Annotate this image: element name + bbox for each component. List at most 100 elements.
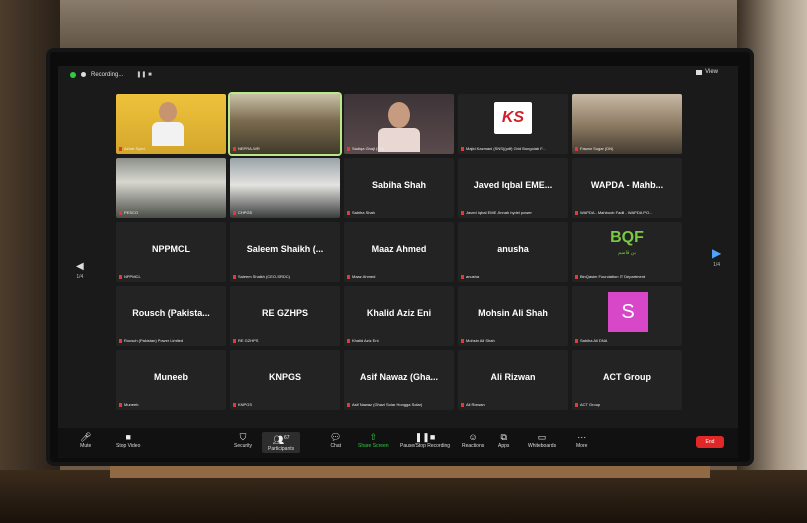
participant-video — [230, 158, 340, 218]
participant-name: Asif Nawaz (Gha... — [359, 372, 439, 382]
meeting-toolbar: 🎤︎ Mute ■ Stop Video ⛉ Security 👥︎67 Par… — [58, 428, 738, 458]
participant-name: ACT Group — [603, 372, 651, 382]
share-screen-button[interactable]: ⇧ Share Screen — [358, 432, 389, 449]
participant-name: Mohsin Ali Shah — [478, 308, 548, 318]
bqf-logo-subtext: بن قاسم — [617, 250, 637, 256]
page-indicator-right: 1/4 — [713, 262, 721, 268]
chevron-right-icon: ▶ — [712, 246, 722, 260]
reactions-button[interactable]: ☺ Reactions — [462, 432, 484, 449]
participant-tile[interactable]: Sabiha Shah Sabiha Shah — [344, 158, 454, 218]
participant-label: Mohsin Ali Shah — [461, 338, 565, 343]
mic-muted-icon — [233, 402, 236, 407]
participant-label: Ali Rizwan — [461, 402, 565, 407]
participant-tile[interactable]: PESCO — [116, 158, 226, 218]
participant-name: Khalid Aziz Eni — [366, 308, 432, 318]
security-button[interactable]: ⛉ Security — [234, 432, 252, 449]
mic-muted-icon — [119, 402, 122, 407]
participant-tile[interactable]: KNPGS KNPGS — [230, 350, 340, 410]
participant-tile[interactable]: Mohsin Ali Shah Mohsin Ali Shah — [458, 286, 568, 346]
participant-tile[interactable]: anusha anusha — [458, 222, 568, 282]
participant-tile[interactable]: Saleem Shaikh (... Saleem Shaikh (CEO-SR… — [230, 222, 340, 282]
participant-tile[interactable]: WAPDA - Mahb... WAPDA - Mahboob Fadil - … — [572, 158, 682, 218]
smiley-icon: ☺ — [468, 432, 478, 442]
recording-indicator: Recording... ❚❚ ■ — [70, 71, 152, 78]
meeting-topbar: Recording... ❚❚ ■ View — [58, 66, 738, 86]
mic-muted-icon — [461, 402, 464, 407]
mic-muted-icon — [575, 274, 578, 279]
participant-label: Sabiha Ali DNA — [575, 338, 679, 343]
participant-gallery: Azhar Syed NEPRA-WR Sadiqa Ghaji (SN) KS… — [116, 94, 682, 420]
participant-tile[interactable]: KS Majid Kazmani (SNS)(pdf) Grid Bongola… — [458, 94, 568, 154]
shield-icon: ⛉ — [239, 432, 247, 442]
page-indicator-left: 1/4 — [76, 274, 84, 280]
recording-label: Recording... — [91, 71, 124, 78]
participant-tile[interactable]: Ali Rizwan Ali Rizwan — [458, 350, 568, 410]
participant-label: Rousch (Pakistan) Power Limited — [119, 338, 223, 343]
participant-tile[interactable]: NPPMCL NPPMCL — [116, 222, 226, 282]
participants-icon: 👥︎67 — [272, 435, 290, 445]
participant-tile[interactable]: BQF بن قاسم BinQasim Foundation IT Depar… — [572, 222, 682, 282]
mic-muted-icon — [461, 338, 464, 343]
participant-label: anusha — [461, 274, 565, 279]
participant-name: RE GZHPS — [261, 308, 308, 318]
participant-tile[interactable]: NEPRA-WR — [230, 94, 340, 154]
participant-name: KNPGS — [268, 372, 301, 382]
mic-muted-icon — [233, 146, 236, 151]
participant-tile[interactable]: Azhar Syed — [116, 94, 226, 154]
participant-tile[interactable]: Muneeb Muneeb — [116, 350, 226, 410]
pause-stop-recording-button[interactable]: ❚❚■ Pause/Stop Recording — [400, 432, 450, 449]
mic-muted-icon — [461, 210, 464, 215]
chat-button[interactable]: 💬︎ Chat — [330, 432, 341, 449]
participant-name: Sabiha Shah — [371, 180, 426, 190]
participant-label: WAPDA - Mahboob Fadil - WAPDA PO... — [575, 210, 679, 215]
recording-pause-stop-controls[interactable]: ❚❚ ■ — [136, 71, 151, 78]
mic-muted-icon — [461, 146, 464, 151]
mic-muted-icon — [575, 146, 578, 151]
mute-button[interactable]: 🎤︎ Mute — [80, 432, 91, 449]
next-page-button[interactable]: ▶ 1/4 — [712, 246, 721, 268]
participant-tile[interactable]: Khalid Aziz Eni Khalid Aziz Eni — [344, 286, 454, 346]
participant-label: Muneeb — [119, 402, 223, 407]
participants-button[interactable]: 👥︎67 Participants — [262, 432, 301, 453]
chevron-left-icon: ◀ — [76, 261, 84, 272]
grid-view-icon — [696, 69, 703, 75]
participant-tile[interactable]: CHPGS — [230, 158, 340, 218]
mic-muted-icon — [575, 402, 578, 407]
view-button[interactable]: View — [696, 69, 718, 75]
participants-count: 67 — [284, 435, 290, 441]
mic-muted-icon — [233, 210, 236, 215]
participant-tile[interactable]: Fawan Sugar (DN) — [572, 94, 682, 154]
more-button[interactable]: ··· More — [576, 432, 587, 449]
mic-muted-icon — [347, 210, 350, 215]
whiteboards-button[interactable]: ▭ Whiteboards — [528, 432, 556, 449]
participant-tile[interactable]: S Sabiha Ali DNA — [572, 286, 682, 346]
participant-tile[interactable]: Maaz Ahmed Maaz Ahmed — [344, 222, 454, 282]
previous-page-button[interactable]: ◀ 1/4 — [76, 261, 84, 280]
participant-name: Muneeb — [153, 372, 188, 382]
share-screen-icon: ⇧ — [369, 432, 378, 442]
participant-label: CHPGS — [233, 210, 337, 215]
participant-tile[interactable]: Javed Iqbal EME... Javed Iqbal EME Jinna… — [458, 158, 568, 218]
participant-name: Javed Iqbal EME... — [473, 180, 553, 190]
apps-icon: ⧉ — [500, 432, 507, 442]
participant-name: Rousch (Pakista... — [132, 308, 210, 318]
participant-name: Saleem Shaikh (... — [246, 244, 324, 254]
mic-muted-icon — [233, 338, 236, 343]
participant-tile[interactable]: RE GZHPS RE GZHPS — [230, 286, 340, 346]
participant-label: Asif Nawaz (Ghazi Solar Hongga Solar) — [347, 402, 451, 407]
microphone-icon: 🎤︎ — [80, 432, 92, 442]
participant-tile[interactable]: Rousch (Pakista... Rousch (Pakistan) Pow… — [116, 286, 226, 346]
participant-label: KNPGS — [233, 402, 337, 407]
participant-tile[interactable]: Sadiqa Ghaji (SN) — [344, 94, 454, 154]
participant-label: Khalid Aziz Eni — [347, 338, 451, 343]
apps-button[interactable]: ⧉ Apps — [498, 432, 509, 449]
more-dots-icon: ··· — [577, 432, 587, 442]
end-meeting-button[interactable]: End — [696, 436, 724, 448]
participant-video — [572, 94, 682, 154]
participant-label: Saleem Shaikh (CEO-SRDC) — [233, 274, 337, 279]
participant-tile[interactable]: Asif Nawaz (Gha... Asif Nawaz (Ghazi Sol… — [344, 350, 454, 410]
stop-video-button[interactable]: ■ Stop Video — [116, 432, 140, 449]
mic-muted-icon — [119, 274, 122, 279]
participant-name: NPPMCL — [152, 244, 190, 254]
participant-tile[interactable]: ACT Group ACT Group — [572, 350, 682, 410]
